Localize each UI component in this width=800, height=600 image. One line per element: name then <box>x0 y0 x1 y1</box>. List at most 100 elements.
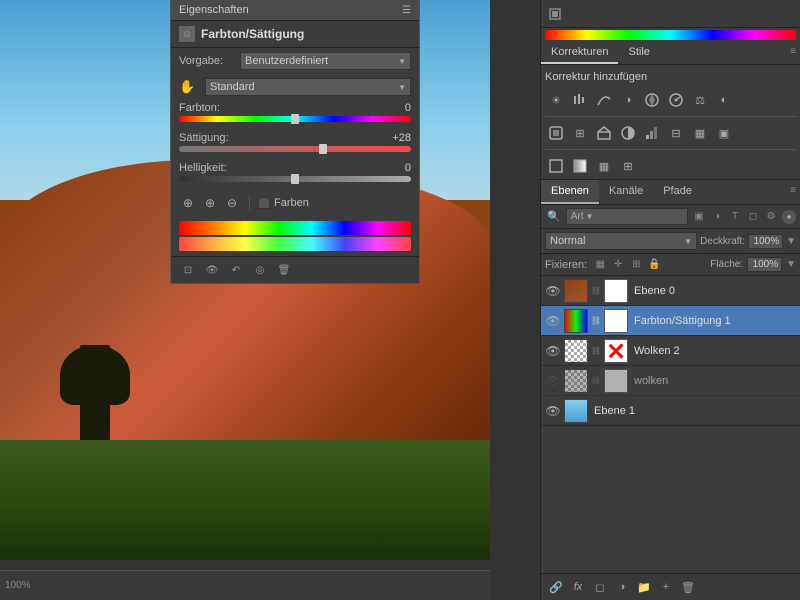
filter-adj-icon[interactable]: ◑ <box>709 209 725 225</box>
photofilter-icon[interactable] <box>545 122 567 144</box>
colorbalance-icon[interactable]: ⚖ <box>689 89 711 111</box>
tab-korrekturen[interactable]: Korrekturen <box>541 42 618 64</box>
saettigung-container: Sättigung: +28 <box>171 130 419 160</box>
mode-dropdown[interactable]: Normal ▼ <box>545 232 697 250</box>
eyedropper-icon[interactable]: ⊕ <box>179 194 197 212</box>
layers-search[interactable]: Art ▼ <box>566 208 688 225</box>
invert-icon[interactable] <box>617 122 639 144</box>
corrections-icons-2: ⊞ ⊟ ▦ ▣ <box>541 120 800 146</box>
filter-pixel-icon[interactable]: ▣ <box>691 209 707 225</box>
helligkeit-thumb[interactable] <box>291 174 299 184</box>
colorlookup-icon[interactable] <box>593 122 615 144</box>
layer-chain-3: ⛓ <box>591 376 601 386</box>
layer-visibility-0[interactable]: 👁 <box>545 283 561 299</box>
eyedropper-minus-icon[interactable]: ⊖ <box>223 194 241 212</box>
channelmixer-icon[interactable]: ⊞ <box>569 122 591 144</box>
farbton-slider[interactable] <box>179 116 411 122</box>
tab-stile[interactable]: Stile <box>618 42 659 64</box>
gradientfill-icon[interactable] <box>569 155 591 177</box>
panel-menu-icon[interactable]: ☰ <box>402 5 411 16</box>
link-icon[interactable]: 🔗 <box>547 578 565 596</box>
right-panel: Korrekturen Stile ≡ Korrektur hinzufügen… <box>540 0 800 600</box>
gradient-map-icon[interactable]: ▦ <box>689 122 711 144</box>
layer-row[interactable]: 👁 ⛓ Ebene 0 <box>541 276 800 306</box>
layer-row[interactable]: 👁 Ebene 1 <box>541 396 800 426</box>
farbton-thumb[interactable] <box>291 114 299 124</box>
filter-shape-icon[interactable]: ◻ <box>745 209 761 225</box>
blackwhite-icon[interactable]: ◐ <box>713 89 735 111</box>
lock-move-icon[interactable]: ✛ <box>611 258 625 272</box>
posterize-icon[interactable] <box>641 122 663 144</box>
more-icon[interactable]: ⊞ <box>617 155 639 177</box>
selective-color-icon[interactable]: ▣ <box>713 122 735 144</box>
threshold-icon[interactable]: ⊟ <box>665 122 687 144</box>
filter-text-icon[interactable]: T <box>727 209 743 225</box>
layer-name-3: wolken <box>631 375 796 387</box>
panel-bottom-bar: ⊡ 👁 ↶ ◎ 🗑 <box>171 256 419 283</box>
layer-thumb-1 <box>564 309 588 333</box>
trash-icon[interactable]: 🗑 <box>275 261 293 279</box>
eyedropper-plus-icon[interactable]: ⊕ <box>201 194 219 212</box>
reset-icon[interactable]: ↶ <box>227 261 245 279</box>
filter-toggle[interactable]: ● <box>782 210 796 224</box>
lock-artboard-icon[interactable]: ⊞ <box>629 258 643 272</box>
clip-icon[interactable]: ⊡ <box>179 261 197 279</box>
layer-chain-2: ⛓ <box>591 346 601 356</box>
fill-arrow[interactable]: ▼ <box>786 259 796 270</box>
fill-input[interactable]: 100% <box>747 257 782 272</box>
fx-icon[interactable]: fx <box>569 578 587 596</box>
layers-menu[interactable]: ≡ <box>786 180 800 204</box>
properties-panel: Eigenschaften ☰ ⊙ Farbton/Sättigung Vorg… <box>170 0 420 284</box>
solidcolor-icon[interactable] <box>545 155 567 177</box>
layer-visibility-3[interactable]: 👁 <box>545 373 561 389</box>
brightness-icon[interactable]: ☀ <box>545 89 567 111</box>
farben-checkbox[interactable] <box>258 197 270 209</box>
vibrance-icon[interactable] <box>641 89 663 111</box>
layer-row[interactable]: 👁 ⛓ wolken <box>541 366 800 396</box>
new-layer-icon[interactable]: + <box>657 578 675 596</box>
exposure-icon[interactable]: ◑ <box>617 89 639 111</box>
layer-visibility-1[interactable]: 👁 <box>545 313 561 329</box>
lock-all-icon[interactable]: 🔒 <box>647 258 661 272</box>
vorgabe-dropdown[interactable]: Benutzerdefiniert ▼ <box>240 52 411 70</box>
saettigung-slider[interactable] <box>179 146 411 152</box>
curves-icon[interactable] <box>593 89 615 111</box>
layer-visibility-2[interactable]: 👁 <box>545 343 561 359</box>
layer-row[interactable]: 👁 ⛓ Farbton/Sättigung 1 <box>541 306 800 336</box>
opacity-arrow[interactable]: ▼ <box>786 236 796 247</box>
tab-ebenen[interactable]: Ebenen <box>541 180 599 204</box>
layers-list: 👁 ⛓ Ebene 0 👁 ⛓ Farbton/Sättigung 1 👁 <box>541 276 800 573</box>
layer-thumb-4 <box>564 399 588 423</box>
group-icon[interactable]: 📁 <box>635 578 653 596</box>
adjustment-icon[interactable]: ◑ <box>613 578 631 596</box>
farben-checkbox-label[interactable]: Farben <box>258 197 309 209</box>
canvas-area: Eigenschaften ☰ ⊙ Farbton/Sättigung Vorg… <box>0 0 540 600</box>
visibility-icon[interactable]: 👁 <box>203 261 221 279</box>
corrections-icons-3: ▦ ⊞ <box>541 153 800 179</box>
layer-visibility-4[interactable]: 👁 <box>545 403 561 419</box>
patternfill-icon[interactable]: ▦ <box>593 155 615 177</box>
standard-dropdown[interactable]: Standard ▼ <box>205 78 411 96</box>
filter-smart-icon[interactable]: ⚙ <box>763 209 779 225</box>
tab-kanaele[interactable]: Kanäle <box>599 180 653 204</box>
mask-icon[interactable]: ◻ <box>591 578 609 596</box>
saettigung-thumb[interactable] <box>319 144 327 154</box>
layer-name-1: Farbton/Sättigung 1 <box>631 315 796 327</box>
hue-sat-icon: ⊙ <box>179 26 195 42</box>
corrections-close[interactable]: ≡ <box>786 42 800 64</box>
layer-row[interactable]: 👁 ⛓ Wolken 2 <box>541 336 800 366</box>
helligkeit-slider[interactable] <box>179 176 411 182</box>
delete-layer-icon[interactable]: 🗑 <box>679 578 697 596</box>
layer-name-0: Ebene 0 <box>631 285 796 297</box>
helligkeit-label: Helligkeit: <box>179 162 234 174</box>
opacity-input[interactable]: 100% <box>748 234 783 249</box>
tab-pfade[interactable]: Pfade <box>653 180 702 204</box>
divider <box>249 196 250 210</box>
eye2-icon[interactable]: ◎ <box>251 261 269 279</box>
levels-icon[interactable] <box>569 89 591 111</box>
huesat-icon[interactable] <box>665 89 687 111</box>
vorgabe-value: Benutzerdefiniert <box>245 55 328 67</box>
farbton-label-row: Farbton: 0 <box>179 102 411 114</box>
lock-pixels-icon[interactable]: ▦ <box>593 258 607 272</box>
layer-name-2: Wolken 2 <box>631 345 796 357</box>
